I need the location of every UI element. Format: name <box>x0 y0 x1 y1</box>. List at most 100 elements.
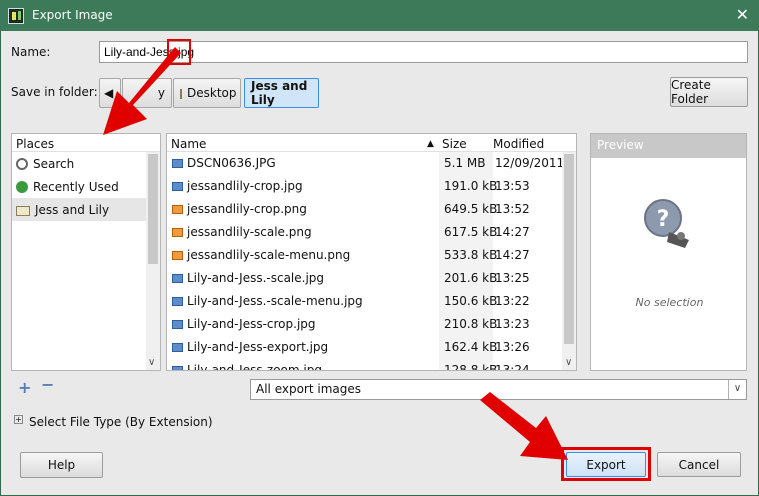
crumb-desktop-label: Desktop <box>187 86 237 100</box>
file-modified: 13:23 <box>495 317 530 331</box>
cancel-label: Cancel <box>678 457 720 472</box>
annotation-arrow-top <box>103 47 181 135</box>
file-size: 201.6 kB <box>444 271 498 285</box>
file-name: DSCN0636.JPG <box>187 156 276 170</box>
file-row[interactable]: jessandlily-scale.png 617.5 kB 14:27 <box>167 221 562 244</box>
chevron-down-icon[interactable]: ∨ <box>728 380 746 399</box>
svg-text:?: ? <box>657 207 670 232</box>
crumb-current-label: Jess and Lily <box>251 79 308 107</box>
places-item-label: Jess and Lily <box>35 202 110 217</box>
image-file-icon <box>172 159 183 168</box>
crumb-jess-and-lily[interactable]: Jess and Lily <box>244 78 319 108</box>
scrollbar-thumb[interactable] <box>564 154 574 344</box>
file-filter-value: All export images <box>256 382 362 396</box>
file-name: Lily-and-Jess-crop.jpg <box>187 317 316 331</box>
places-item-label: Recently Used <box>33 179 119 194</box>
file-size: 533.8 kB <box>444 248 498 262</box>
close-icon[interactable]: ✕ <box>736 5 749 24</box>
file-size: 191.0 kB <box>444 179 498 193</box>
file-name: jessandlily-scale-menu.png <box>187 248 351 262</box>
save-in-label: Save in folder: <box>11 85 98 99</box>
filename-input[interactable] <box>99 41 748 63</box>
help-label: Help <box>47 458 76 472</box>
image-file-icon <box>172 343 183 352</box>
file-modified: 13:24 <box>495 363 530 371</box>
file-list-scrollbar[interactable]: ∨ <box>562 152 576 370</box>
file-list: Name ▲ Size Modified DSCN0636.JPG 5.1 MB 1… <box>166 133 577 371</box>
places-item-recently-used[interactable]: Recently Used <box>12 175 160 198</box>
add-bookmark-icon[interactable]: + <box>18 378 31 397</box>
column-modified[interactable]: Modified <box>493 137 544 151</box>
title-bar: Export Image ✕ <box>0 0 759 31</box>
expander-icon[interactable]: + <box>14 415 23 424</box>
file-modified: 13:52 <box>495 202 530 216</box>
file-size: 150.6 kB <box>444 294 498 308</box>
file-modified: 13:53 <box>495 179 530 193</box>
image-file-icon <box>172 366 183 370</box>
image-file-icon <box>172 320 183 329</box>
file-row[interactable]: jessandlily-crop.jpg 191.0 kB 13:53 <box>167 175 562 198</box>
file-row[interactable]: Lily-and-Jess.-scale.jpg 201.6 kB 13:25 <box>167 267 562 290</box>
annotation-arrow-bottom <box>480 392 568 460</box>
gimp-app-icon <box>8 8 24 24</box>
file-modified: 14:27 <box>495 225 530 239</box>
file-name: jessandlily-crop.jpg <box>187 179 303 193</box>
chevron-down-icon[interactable]: ∨ <box>148 357 155 368</box>
file-name: jessandlily-crop.png <box>187 202 307 216</box>
preview-panel: Preview ? No selection <box>590 133 747 371</box>
file-modified: 13:25 <box>495 271 530 285</box>
file-row[interactable]: Lily-and-Jess-crop.jpg 210.8 kB 13:23 <box>167 313 562 336</box>
file-row[interactable]: Lily-and-Jess-zoom.jpg 128.8 kB 13:24 <box>167 359 562 371</box>
column-size[interactable]: Size <box>442 137 467 151</box>
chevron-down-icon[interactable]: ∨ <box>565 357 572 368</box>
file-size: 649.5 kB <box>444 202 498 216</box>
file-name: Lily-and-Jess.-scale-menu.jpg <box>187 294 363 308</box>
file-row[interactable]: Lily-and-Jess.-scale-menu.jpg 150.6 kB 13:… <box>167 290 562 313</box>
select-file-type-expander[interactable]: Select File Type (By Extension) <box>29 415 213 429</box>
file-modified: 13:26 <box>495 340 530 354</box>
name-label: Name: <box>11 45 51 59</box>
places-scrollbar[interactable]: ∨ <box>146 152 160 370</box>
file-modified: 14:27 <box>495 248 530 262</box>
file-name: jessandlily-scale.png <box>187 225 312 239</box>
create-folder-button[interactable]: Create Folder <box>670 77 748 107</box>
search-icon <box>16 157 28 170</box>
places-panel: Places Search Recently Used Jess and Lil… <box>11 133 161 371</box>
png-file-icon <box>172 228 183 237</box>
places-item-search[interactable]: Search <box>12 152 160 175</box>
file-size: 210.8 kB <box>444 317 498 331</box>
file-name: Lily-and-Jess-export.jpg <box>187 340 329 354</box>
file-row[interactable]: DSCN0636.JPG 5.1 MB 12/09/2011 <box>167 152 564 175</box>
cancel-button[interactable]: Cancel <box>657 452 741 477</box>
file-row[interactable]: jessandlily-crop.png 649.5 kB 13:52 <box>167 198 562 221</box>
places-item-jess-and-lily[interactable]: Jess and Lily <box>12 198 160 221</box>
file-size: 617.5 kB <box>444 225 498 239</box>
export-label: Export <box>586 457 626 472</box>
file-size: 5.1 MB <box>444 156 486 170</box>
png-file-icon <box>172 251 183 260</box>
preview-header: Preview <box>591 134 746 158</box>
help-button[interactable]: Help <box>20 452 103 478</box>
recent-icon <box>16 180 28 193</box>
file-list-header: Name ▲ Size Modified <box>167 134 576 152</box>
file-size: 128.8 kB <box>444 363 498 371</box>
places-item-label: Search <box>33 156 75 171</box>
folder-icon <box>16 205 30 216</box>
file-name: Lily-and-Jess-zoom.jpg <box>187 363 322 371</box>
create-folder-label: Create Folder <box>671 78 711 106</box>
file-modified: 13:22 <box>495 294 530 308</box>
no-selection-text: No selection <box>635 296 704 309</box>
remove-bookmark-icon[interactable]: − <box>41 375 54 394</box>
file-name: Lily-and-Jess.-scale.jpg <box>187 271 325 285</box>
no-preview-icon: ? <box>644 199 689 248</box>
image-file-icon <box>172 182 183 191</box>
file-size: 162.4 kB <box>444 340 498 354</box>
image-file-icon <box>172 297 183 306</box>
png-file-icon <box>172 205 183 214</box>
sort-up-icon: ▲ <box>427 139 434 149</box>
window-title: Export Image <box>32 8 113 22</box>
file-row[interactable]: jessandlily-scale-menu.png 533.8 kB 14:27 <box>167 244 562 267</box>
image-file-icon <box>172 274 183 283</box>
file-row[interactable]: Lily-and-Jess-export.jpg 162.4 kB 13:26 <box>167 336 562 359</box>
scrollbar-thumb[interactable] <box>148 154 158 264</box>
